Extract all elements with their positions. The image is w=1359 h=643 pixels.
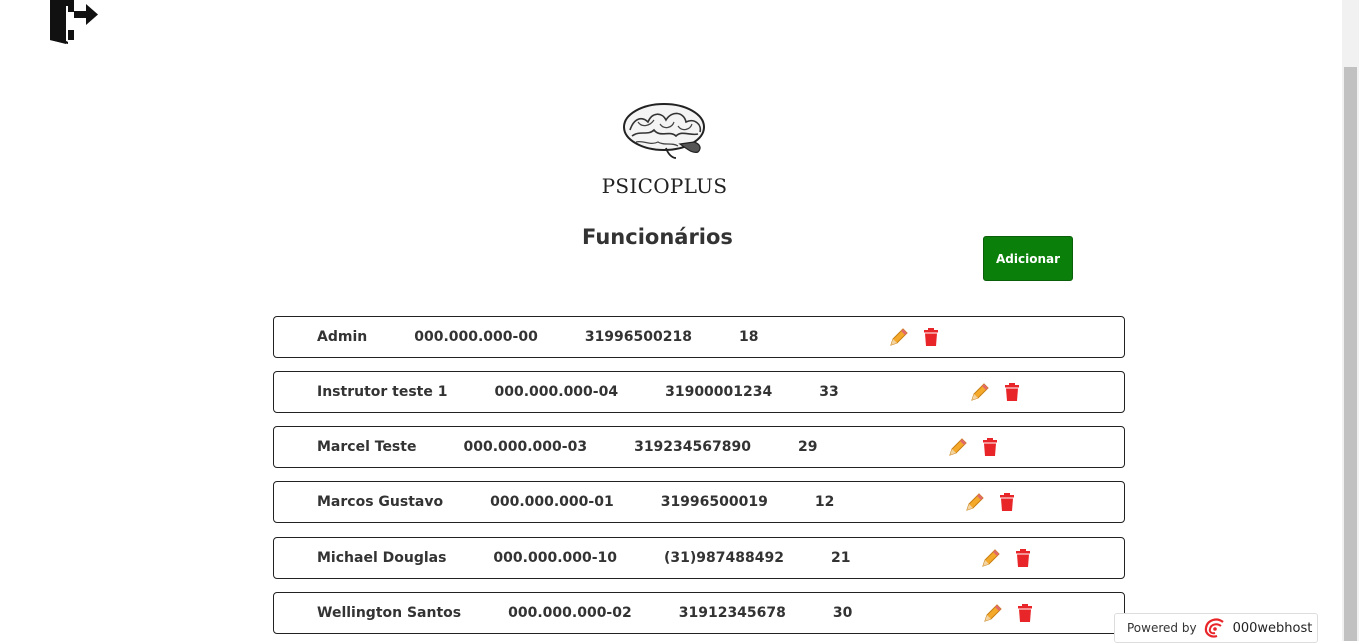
powered-by-badge[interactable]: Powered by 000webhost (1114, 613, 1318, 643)
employee-cpf: 000.000.000-01 (490, 494, 614, 510)
employee-name: Michael Douglas (317, 550, 447, 566)
trash-icon[interactable] (920, 326, 942, 348)
employee-phone: 31900001234 (665, 384, 773, 400)
pencil-icon[interactable] (980, 547, 1002, 569)
trash-icon[interactable] (1001, 381, 1023, 403)
pencil-icon[interactable] (947, 436, 969, 458)
employee-name: Marcel Teste (317, 439, 417, 455)
employee-phone: (31)987488492 (664, 550, 784, 566)
employee-cpf: 000.000.000-04 (494, 384, 619, 400)
table-row: Instrutor teste 1 000.000.000-04 3190000… (273, 371, 1125, 413)
employee-cpf: 000.000.000-03 (463, 439, 588, 455)
employee-phone: 31912345678 (678, 605, 786, 621)
host-name: 000webhost (1232, 620, 1313, 636)
trash-icon[interactable] (979, 436, 1001, 458)
brand-name: PSICOPLUS (601, 174, 728, 198)
trash-icon[interactable] (996, 491, 1018, 513)
pencil-icon[interactable] (982, 602, 1004, 624)
page-title: Funcionários (582, 225, 733, 249)
scrollbar-thumb[interactable] (1344, 67, 1357, 641)
employee-age: 12 (814, 494, 835, 510)
table-row: Marcel Teste 000.000.000-03 319234567890… (273, 426, 1125, 468)
employee-name: Marcos Gustavo (317, 494, 444, 510)
employee-name: Instrutor teste 1 (317, 384, 448, 400)
trash-icon[interactable] (1012, 547, 1034, 569)
employee-age: 18 (738, 329, 759, 345)
table-row: Admin 000.000.000-00 31996500218 18 (273, 316, 1125, 358)
employee-phone: 319234567890 (634, 439, 751, 455)
table-row: Marcos Gustavo 000.000.000-01 3199650001… (273, 481, 1125, 523)
employee-name: Wellington Santos (317, 605, 462, 621)
pencil-icon[interactable] (969, 381, 991, 403)
employee-phone: 31996500218 (584, 329, 692, 345)
employee-age: 30 (832, 605, 853, 621)
powered-by-label: Powered by (1127, 621, 1197, 635)
employee-cpf: 000.000.000-00 (414, 329, 538, 345)
employee-age: 21 (830, 550, 851, 566)
pencil-icon[interactable] (964, 491, 986, 513)
table-row: Wellington Santos 000.000.000-02 3191234… (273, 592, 1125, 634)
webhost-logo-icon (1204, 618, 1224, 638)
employee-name: Admin (317, 329, 368, 345)
employee-cpf: 000.000.000-02 (508, 605, 632, 621)
add-employee-button[interactable]: Adicionar (983, 236, 1073, 281)
employee-age: 29 (797, 439, 818, 455)
trash-icon[interactable] (1014, 602, 1036, 624)
pencil-icon[interactable] (888, 326, 910, 348)
scrollbar[interactable] (1342, 0, 1359, 641)
employee-cpf: 000.000.000-10 (493, 550, 618, 566)
logout-icon[interactable] (46, 0, 100, 44)
employee-phone: 31996500019 (660, 494, 768, 510)
employee-age: 33 (819, 384, 839, 400)
table-row: Michael Douglas 000.000.000-10 (31)98748… (273, 537, 1125, 579)
brain-logo (620, 100, 710, 162)
